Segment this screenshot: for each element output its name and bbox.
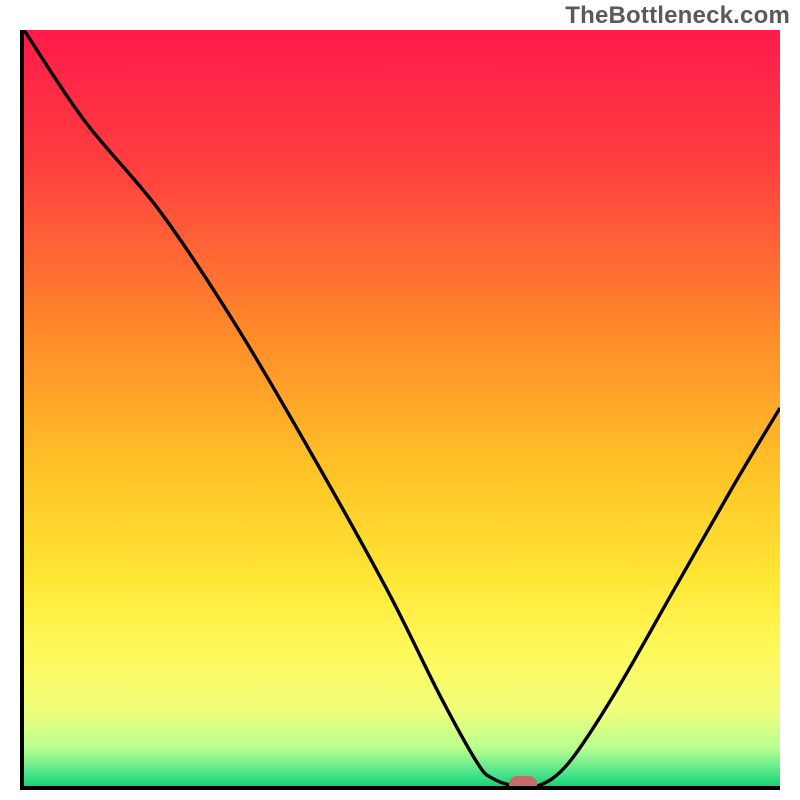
- plot-area: [20, 30, 780, 790]
- bottleneck-curve: [24, 30, 780, 786]
- chart-frame: TheBottleneck.com: [0, 0, 800, 800]
- watermark-text: TheBottleneck.com: [565, 2, 790, 30]
- optimal-marker: [509, 776, 537, 790]
- curve-path: [24, 30, 780, 786]
